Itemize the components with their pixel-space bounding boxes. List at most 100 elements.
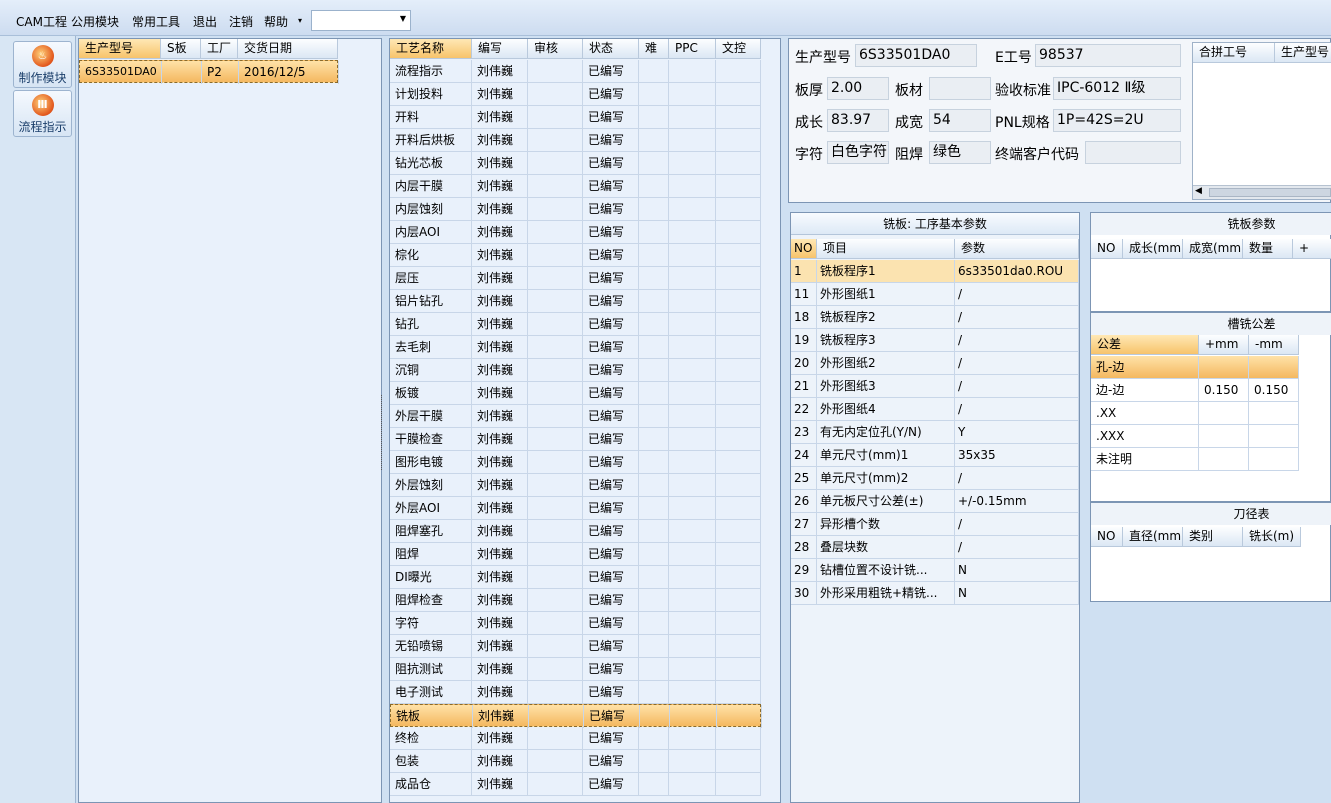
table-row[interactable]: 内层干膜 刘伟巍 已编写	[390, 175, 761, 198]
col-header[interactable]: 文控	[716, 39, 761, 59]
menu-public[interactable]: 公用模块	[71, 13, 119, 30]
splitter-handle[interactable]	[381, 395, 386, 470]
scroll-thumb[interactable]	[1209, 188, 1331, 197]
table-row[interactable]: 孔-边	[1091, 356, 1299, 379]
table-row[interactable]: .XXX	[1091, 425, 1299, 448]
col-header[interactable]: PPC	[669, 39, 716, 59]
menu-help[interactable]: 帮助	[264, 13, 288, 30]
table-row[interactable]: .XX	[1091, 402, 1299, 425]
scroll-left-icon[interactable]: ◀	[1195, 186, 1202, 196]
left-nav: ♨ 制作模块 Ⅲ 流程指示	[0, 36, 76, 803]
table-row[interactable]: 外层干膜 刘伟巍 已编写	[390, 405, 761, 428]
table-row[interactable]: 26 单元板尺寸公差(±) +/-0.15mm	[791, 490, 1079, 513]
table-row[interactable]: 22 外形图纸4/	[791, 398, 1079, 421]
table-row[interactable]: 棕化 刘伟巍 已编写	[390, 244, 761, 267]
table-row[interactable]: 24 单元尺寸(mm)1 35x35	[791, 444, 1079, 467]
col-header[interactable]: +mm	[1199, 335, 1249, 355]
table-row[interactable]: 钻光芯板 刘伟巍 已编写	[390, 152, 761, 175]
table-row[interactable]: 包装 刘伟巍 已编写	[390, 750, 761, 773]
col-header[interactable]: 状态	[583, 39, 639, 59]
pnl-field[interactable]: 1P=42S=2U	[1053, 109, 1181, 132]
table-row[interactable]: 电子测试 刘伟巍 已编写	[390, 681, 761, 704]
table-row[interactable]: 18 铣板程序2/	[791, 306, 1079, 329]
customer-field[interactable]	[1085, 141, 1181, 164]
menu-cam[interactable]: CAM工程	[16, 13, 67, 30]
table-row[interactable]: 阻焊 刘伟巍 已编写	[390, 543, 761, 566]
table-row[interactable]: 终检 刘伟巍 已编写	[390, 727, 761, 750]
material-field[interactable]	[929, 77, 991, 100]
col-date[interactable]: 交货日期	[238, 39, 338, 59]
col-factory[interactable]: 工厂	[201, 39, 238, 59]
table-row[interactable]: 无铅喷锡 刘伟巍 已编写	[390, 635, 761, 658]
table-row[interactable]: 钻孔 刘伟巍 已编写	[390, 313, 761, 336]
table-row[interactable]: 板镀 刘伟巍 已编写	[390, 382, 761, 405]
table-row[interactable]: 流程指示 刘伟巍 已编写	[390, 60, 761, 83]
table-row[interactable]: 外层AOI 刘伟巍 已编写	[390, 497, 761, 520]
table-row[interactable]: DI曝光 刘伟巍 已编写	[390, 566, 761, 589]
menu-tools[interactable]: 常用工具	[132, 13, 180, 30]
length-field[interactable]: 83.97	[827, 109, 889, 132]
table-row[interactable]: 铣板 刘伟巍 已编写	[390, 704, 762, 728]
table-row[interactable]: 20 外形图纸2/	[791, 352, 1079, 375]
col-model[interactable]: 生产型号	[79, 39, 161, 59]
chevron-down-icon: ▼	[399, 14, 406, 23]
table-row[interactable]: 去毛刺 刘伟巍 已编写	[390, 336, 761, 359]
table-row[interactable]: 28 叠层块数 /	[791, 536, 1079, 559]
col-header[interactable]: 参数	[955, 239, 1079, 259]
menu-exit[interactable]: 退出	[193, 13, 217, 30]
col-header[interactable]: -mm	[1249, 335, 1299, 355]
nav-make-module-button[interactable]: ♨ 制作模块	[13, 41, 72, 88]
table-row[interactable]: 边-边 0.150 0.150	[1091, 379, 1299, 402]
table-row[interactable]: 未注明	[1091, 448, 1299, 471]
table-row[interactable]: 外层蚀刻 刘伟巍 已编写	[390, 474, 761, 497]
menu-dropdown-icon[interactable]: ▾	[298, 16, 302, 25]
width-field[interactable]: 54	[929, 109, 991, 132]
col-header[interactable]: 审核	[528, 39, 583, 59]
table-row[interactable]: 1 铣板程序1 6s33501da0.ROU	[791, 260, 1079, 283]
table-row[interactable]: 23 有无内定位孔(Y/N) Y	[791, 421, 1079, 444]
table-row[interactable]: 19 铣板程序3/	[791, 329, 1079, 352]
horizontal-scrollbar[interactable]: ◀	[1193, 185, 1331, 199]
params-title: 铣板: 工序基本参数	[791, 213, 1079, 235]
table-row[interactable]: 11 外形图纸1/	[791, 283, 1079, 306]
table-row[interactable]: 开料 刘伟巍 已编写	[390, 106, 761, 129]
table-row[interactable]: 6S33501DA0 P2 2016/12/5	[79, 60, 339, 84]
table-row[interactable]: 内层AOI 刘伟巍 已编写	[390, 221, 761, 244]
table-row[interactable]: 30 外形采用粗铣+精铣... N	[791, 582, 1079, 605]
col-header[interactable]: 工艺名称	[390, 39, 472, 59]
table-row[interactable]: 内层蚀刻 刘伟巍 已编写	[390, 198, 761, 221]
table-row[interactable]: 21 外形图纸3/	[791, 375, 1079, 398]
nav-flow-button[interactable]: Ⅲ 流程指示	[13, 90, 72, 137]
menu-combo-box[interactable]: ▼	[311, 10, 411, 31]
table-row[interactable]: 层压 刘伟巍 已编写	[390, 267, 761, 290]
table-row[interactable]: 字符 刘伟巍 已编写	[390, 612, 761, 635]
table-row[interactable]: 成品仓 刘伟巍 已编写	[390, 773, 761, 796]
table-row[interactable]: 阻抗测试 刘伟巍 已编写	[390, 658, 761, 681]
e-no-field[interactable]: 98537	[1035, 44, 1181, 67]
table-row[interactable]: 25 单元尺寸(mm)2/	[791, 467, 1079, 490]
col-header[interactable]: 项目	[817, 239, 955, 259]
col-s[interactable]: S板	[161, 39, 201, 59]
table-row[interactable]: 阻焊检查 刘伟巍 已编写	[390, 589, 761, 612]
standard-field[interactable]: IPC-6012 Ⅱ级	[1053, 77, 1181, 100]
orders-grid: 生产型号 S板 工厂 交货日期 6S33501DA0 P2 2016/12/5	[78, 38, 382, 803]
table-row[interactable]: 阻焊塞孔 刘伟巍 已编写	[390, 520, 761, 543]
char-field[interactable]: 白色字符	[827, 141, 889, 164]
table-row[interactable]: 图形电镀 刘伟巍 已编写	[390, 451, 761, 474]
col-header[interactable]: 难	[639, 39, 669, 59]
menu-logout[interactable]: 注销	[229, 13, 253, 30]
col-header[interactable]: 公差	[1091, 335, 1199, 355]
add-column-button[interactable]: +	[1293, 239, 1331, 259]
model-field[interactable]: 6S33501DA0	[855, 44, 977, 67]
table-row[interactable]: 29 钻槽位置不设计铣... N	[791, 559, 1079, 582]
col-header[interactable]: 编写	[472, 39, 528, 59]
mask-field[interactable]: 绿色	[929, 141, 991, 164]
table-row[interactable]: 27 异形槽个数 /	[791, 513, 1079, 536]
table-row[interactable]: 干膜检查 刘伟巍 已编写	[390, 428, 761, 451]
table-row[interactable]: 沉铜 刘伟巍 已编写	[390, 359, 761, 382]
table-row[interactable]: 计划投料 刘伟巍 已编写	[390, 83, 761, 106]
table-row[interactable]: 开料后烘板 刘伟巍 已编写	[390, 129, 761, 152]
table-row[interactable]: 铝片钻孔 刘伟巍 已编写	[390, 290, 761, 313]
col-header[interactable]: NO	[791, 239, 817, 259]
thickness-field[interactable]: 2.00	[827, 77, 889, 100]
